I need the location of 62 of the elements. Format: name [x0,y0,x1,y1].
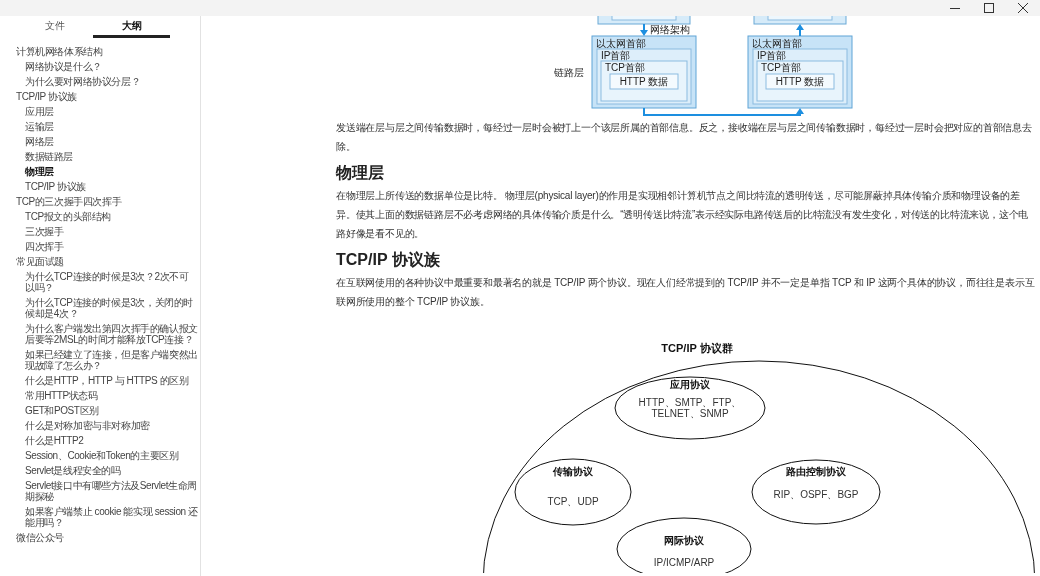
box-label: 以太网首部 [596,38,646,49]
group-name: 传输协议 [553,466,593,477]
outline-item[interactable]: 什么是HTTP，HTTP 与 HTTPS 的区别 [0,373,200,388]
outline-item[interactable]: 常用HTTP状态码 [0,388,200,403]
outline-item[interactable]: 什么是对称加密与非对称加密 [0,418,200,433]
protocol-list: TCP、UDP [547,496,599,507]
outline-item[interactable]: 网络协议是什么？ [0,59,200,74]
outline-item[interactable]: 为什么TCP连接的时候是3次，关闭的时候却是4次？ [0,295,200,321]
group-name: 应用协议 [670,379,710,390]
outline-item[interactable]: 计算机网络体系结构 [0,44,200,59]
box-label: HTTP 数据 [775,76,825,87]
outline-item[interactable]: TCP的三次握手四次挥手 [0,194,200,209]
box-label: TCP首部 [761,62,801,73]
group-name: 路由控制协议 [786,466,846,477]
outline-item[interactable]: 什么是HTTP2 [0,433,200,448]
outline-item[interactable]: 网络层 [0,134,200,149]
layer-label: 链路层 [554,67,584,78]
data-box [765,73,835,90]
down-arrow [640,23,648,36]
outline-item[interactable]: 数据链路层 [0,149,200,164]
sidebar-tab[interactable]: 文件 [16,16,93,38]
maximize-icon [984,3,994,13]
section-heading: 物理层 [336,163,385,183]
group-name: 网际协议 [664,535,704,546]
outline-item[interactable]: TCP/IP 协议族 [0,179,200,194]
outline-item[interactable]: 为什么TCP连接的时候是3次？2次不可以吗？ [0,269,200,295]
outline-item[interactable]: Servlet接口中有哪些方法及Servlet生命周期探秘 [0,478,200,504]
outline-item[interactable]: TCP报文的头部结构 [0,209,200,224]
sidebar-tab[interactable]: 大纲 [93,16,170,38]
box-label: IP首部 [757,50,787,61]
outline-item[interactable]: 常见面试题 [0,254,200,269]
box-label: 以太网首部 [752,38,802,49]
outline-item[interactable]: 如果客户端禁止 cookie 能实现 session 还能用吗？ [0,504,200,530]
outline-item[interactable]: Servlet是线程安全的吗 [0,463,200,478]
outline-item[interactable]: 微信公众号 [0,530,200,545]
outline-item[interactable]: Session、Cookie和Token的主要区别 [0,448,200,463]
protocol-list: HTTP、SMTP、FTP、 [638,397,742,408]
outline-item[interactable]: 三次握手 [0,224,200,239]
paragraph: 在互联网使用的各种协议中最重要和最著名的就是 TCP/IP 两个协议。现在人们经常提到的 TCP/IP 并不一定是单指 TCP 和 IP 这两个具体的协议，而往往是表示互联网所使用的整个 TCP/IP 协议族。 [336,276,1036,309]
outline-item[interactable]: 四次挥手 [0,239,200,254]
up-arrow [796,24,804,37]
box-label: IP首部 [601,50,631,61]
outline-item[interactable]: GET和POST区别 [0,403,200,418]
protocol-list: RIP、OSPF、BGP [773,489,859,500]
close-icon [1018,3,1028,13]
box-label: HTTP 数据 [619,76,669,87]
box-label: TCP首部 [605,62,645,73]
outline-item[interactable]: 物理层 [0,164,200,179]
outline-item[interactable]: 如果已经建立了连接，但是客户端突然出现故障了怎么办？ [0,347,200,373]
outline-item[interactable]: 运输层 [0,119,200,134]
outline-item[interactable]: 应用层 [0,104,200,119]
data-box [609,73,679,90]
diagram-title: TCP/IP 协议群 [661,342,733,354]
arrow-label: 网络架构 [650,24,690,35]
paragraph: 发送端在层与层之间传输数据时，每经过一层时会被打上一个该层所属的首部信息。反之，接收端在层与层之间传输数据时，每经过一层时会把对应的首部信息去除。 [336,121,1033,154]
section-heading: TCP/IP 协议族 [336,250,441,270]
outline-item[interactable]: 为什么要对网络协议分层？ [0,74,200,89]
outline-item[interactable]: 为什么客户端发出第四次挥手的确认报文后要等2MSL的时间才能释放TCP连接？ [0,321,200,347]
protocol-list: TELNET、SNMP [651,408,729,419]
paragraph: 在物理层上所传送的数据单位是比特。 物理层(physical layer)的作用是实现相邻计算机节点之间比特流的透明传送，尽可能屏蔽掉具体传输介质和物理设备的差异。使其上面的数据链路层不必考虑网络的具体传输介质是什么。“透明传送比特流”表示经实际电路传送后的比特流没有发生变化，对传送的比特流来说，这个电路好像是看不见的。 [336,189,1030,241]
protocol-list: IP/ICMP/ARP [653,557,715,568]
outline-item[interactable]: TCP/IP 协议族 [0,89,200,104]
